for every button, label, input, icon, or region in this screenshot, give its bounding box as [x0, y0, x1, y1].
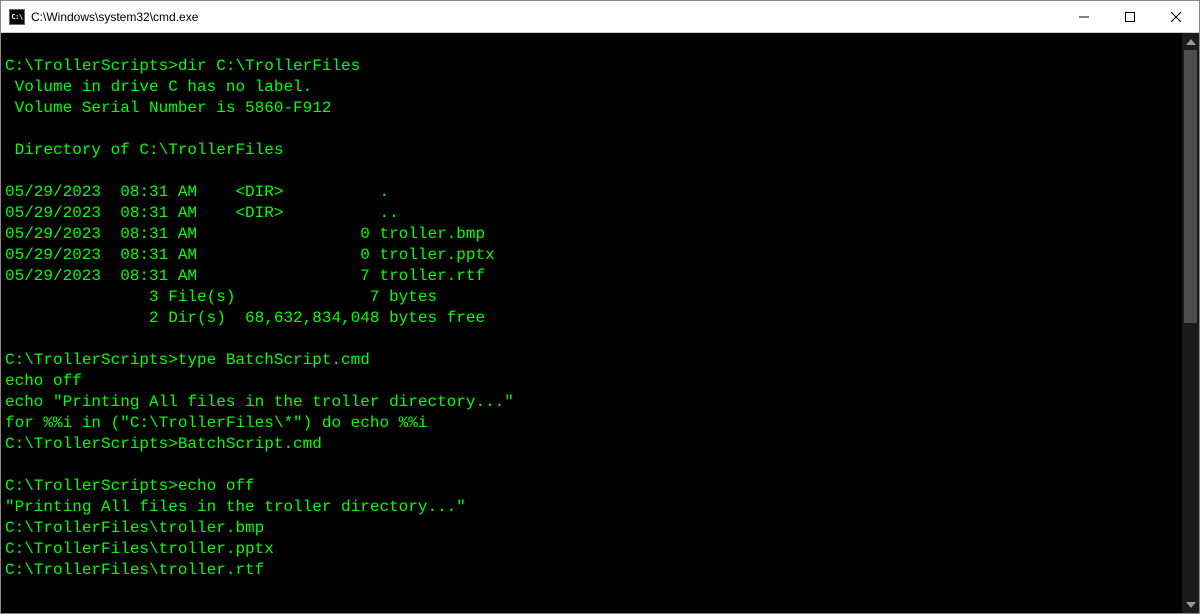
maximize-button[interactable] [1107, 1, 1153, 32]
scroll-down-arrow[interactable] [1182, 596, 1199, 613]
cmd-window: C:\ C:\Windows\system32\cmd.exe C:\Troll… [0, 0, 1200, 614]
scroll-track[interactable] [1182, 50, 1199, 596]
terminal-area: C:\TrollerScripts>dir C:\TrollerFiles Vo… [1, 33, 1199, 613]
scroll-up-arrow[interactable] [1182, 33, 1199, 50]
terminal-output[interactable]: C:\TrollerScripts>dir C:\TrollerFiles Vo… [1, 33, 1182, 613]
window-controls [1061, 1, 1199, 32]
window-title: C:\Windows\system32\cmd.exe [31, 10, 1061, 24]
scroll-thumb[interactable] [1184, 50, 1197, 323]
titlebar[interactable]: C:\ C:\Windows\system32\cmd.exe [1, 1, 1199, 33]
cmd-icon: C:\ [9, 9, 25, 25]
scrollbar[interactable] [1182, 33, 1199, 613]
minimize-button[interactable] [1061, 1, 1107, 32]
close-button[interactable] [1153, 1, 1199, 32]
